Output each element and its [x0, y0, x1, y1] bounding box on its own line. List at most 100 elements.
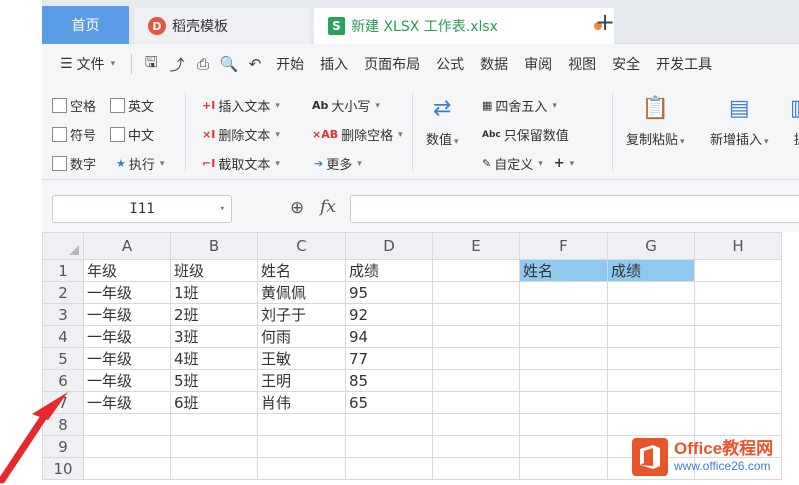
column-header-b[interactable]: B: [170, 232, 258, 260]
grid-cell[interactable]: 成绩: [607, 259, 695, 282]
grid-cell[interactable]: 一年级: [83, 325, 171, 348]
row-header[interactable]: 5: [42, 347, 84, 370]
file-menu-button[interactable]: ☰ 文件 ▾: [42, 54, 125, 74]
check-space[interactable]: 空格: [52, 96, 96, 115]
grid-cell[interactable]: 1班: [170, 281, 258, 304]
keep-value-button[interactable]: Abc 只保留数值: [482, 125, 569, 144]
column-header-c[interactable]: C: [257, 232, 346, 260]
grid-cell[interactable]: [694, 413, 782, 436]
grid-cell[interactable]: 94: [345, 325, 433, 348]
grid-cell[interactable]: [694, 347, 782, 370]
grid-cell[interactable]: [345, 457, 433, 480]
grid-cell[interactable]: 姓名: [257, 259, 346, 282]
extract-button[interactable]: ▥ 提: [790, 96, 799, 148]
grid-cell[interactable]: [170, 413, 258, 436]
row-header[interactable]: 4: [42, 325, 84, 348]
grid-cell[interactable]: [83, 413, 171, 436]
grid-cell[interactable]: [257, 457, 346, 480]
value-button[interactable]: ⇄ 数值 ▾: [426, 96, 459, 148]
checkbox[interactable]: [52, 127, 67, 142]
grid-cell[interactable]: 95: [345, 281, 433, 304]
grid-cell[interactable]: 一年级: [83, 369, 171, 392]
grid-cell[interactable]: [345, 413, 433, 436]
export-icon[interactable]: ⤴: [164, 54, 190, 75]
check-chinese[interactable]: 中文: [110, 125, 154, 144]
check-number[interactable]: 数字: [52, 154, 96, 173]
grid-cell[interactable]: [607, 347, 695, 370]
grid-cell[interactable]: [607, 391, 695, 414]
grid-cell[interactable]: [432, 435, 520, 458]
grid-cell[interactable]: [432, 259, 520, 282]
save-icon[interactable]: 🖫: [138, 52, 164, 77]
menu-item-insert[interactable]: 插入: [312, 54, 356, 74]
checkbox[interactable]: [52, 98, 67, 113]
check-symbol[interactable]: 符号: [52, 125, 96, 144]
grid-cell[interactable]: [519, 435, 608, 458]
tab-spreadsheet-file[interactable]: S 新建 XLSX 工作表.xlsx: [314, 8, 614, 44]
grid-cell[interactable]: [432, 281, 520, 304]
grid-cell[interactable]: 姓名: [519, 259, 608, 282]
grid-cell[interactable]: 一年级: [83, 303, 171, 326]
grid-cell[interactable]: [607, 369, 695, 392]
grid-cell[interactable]: 4班: [170, 347, 258, 370]
grid-cell[interactable]: [519, 369, 608, 392]
name-box[interactable]: I11 ▾: [52, 195, 232, 223]
row-header[interactable]: 2: [42, 281, 84, 304]
grid-cell[interactable]: [345, 435, 433, 458]
menu-item-data[interactable]: 数据: [472, 54, 516, 74]
formula-input[interactable]: [350, 195, 799, 223]
grid-cell[interactable]: 92: [345, 303, 433, 326]
row-header[interactable]: 1: [42, 259, 84, 282]
menu-item-start[interactable]: 开始: [268, 54, 312, 74]
grid-cell[interactable]: 一年级: [83, 347, 171, 370]
column-header-h[interactable]: H: [694, 232, 782, 260]
tab-daoke-template[interactable]: D 稻壳模板: [134, 8, 310, 44]
copy-paste-button[interactable]: 📋 复制粘贴 ▾: [626, 96, 685, 148]
select-all-corner[interactable]: [42, 232, 84, 260]
plus-icon[interactable]: +: [554, 156, 565, 171]
grid-cell[interactable]: [694, 369, 782, 392]
grid-cell[interactable]: 65: [345, 391, 433, 414]
grid-cell[interactable]: [432, 413, 520, 436]
insert-text-button[interactable]: +I 插入文本 ▾: [202, 96, 280, 115]
grid-cell[interactable]: 6班: [170, 391, 258, 414]
column-header-e[interactable]: E: [432, 232, 520, 260]
grid-cell[interactable]: 刘子于: [257, 303, 346, 326]
print-preview-icon[interactable]: 🔍: [216, 55, 242, 73]
grid-cell[interactable]: 成绩: [345, 259, 433, 282]
zoom-search-icon[interactable]: ⊕: [290, 198, 304, 218]
grid-cell[interactable]: [432, 457, 520, 480]
grid-cell[interactable]: 何雨: [257, 325, 346, 348]
grid-cell[interactable]: [170, 435, 258, 458]
new-tab-button[interactable]: +: [595, 8, 615, 36]
grid-cell[interactable]: 5班: [170, 369, 258, 392]
execute-button[interactable]: ★ 执行 ▾: [116, 154, 164, 173]
grid-cell[interactable]: 王敏: [257, 347, 346, 370]
more-button[interactable]: ➔ 更多 ▾: [314, 154, 362, 173]
grid-cell[interactable]: 3班: [170, 325, 258, 348]
grid-cell[interactable]: 肖伟: [257, 391, 346, 414]
checkbox[interactable]: [110, 127, 125, 142]
grid-cell[interactable]: [432, 303, 520, 326]
tab-home[interactable]: 首页: [42, 6, 129, 44]
grid-cell[interactable]: 班级: [170, 259, 258, 282]
delete-text-button[interactable]: ×I 删除文本 ▾: [202, 125, 280, 144]
row-header[interactable]: 3: [42, 303, 84, 326]
grid-cell[interactable]: [694, 325, 782, 348]
grid-cell[interactable]: [83, 435, 171, 458]
round-button[interactable]: ▦ 四舍五入 ▾: [482, 96, 557, 115]
grid-cell[interactable]: [607, 325, 695, 348]
grid-cell[interactable]: [519, 347, 608, 370]
grid-cell[interactable]: [257, 413, 346, 436]
grid-cell[interactable]: 2班: [170, 303, 258, 326]
grid-cell[interactable]: 一年级: [83, 281, 171, 304]
grid-cell[interactable]: 85: [345, 369, 433, 392]
print-icon[interactable]: ⎙: [190, 55, 216, 73]
column-header-g[interactable]: G: [607, 232, 695, 260]
grid-cell[interactable]: [83, 457, 171, 480]
grid-cell[interactable]: 年级: [83, 259, 171, 282]
grid-cell[interactable]: 77: [345, 347, 433, 370]
grid-cell[interactable]: [432, 347, 520, 370]
new-insert-button[interactable]: ▤ 新增插入 ▾: [710, 96, 769, 148]
grid-cell[interactable]: [432, 391, 520, 414]
